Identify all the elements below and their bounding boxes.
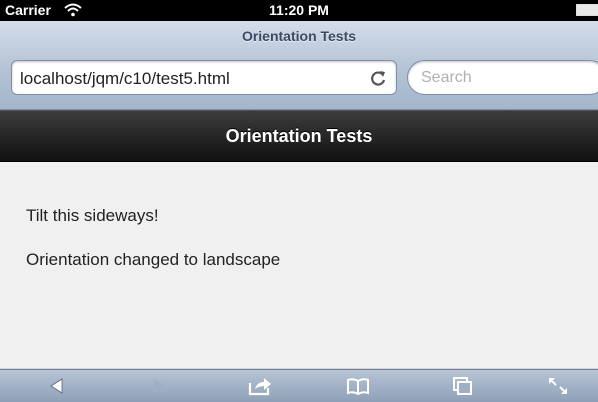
battery-icon [576,4,598,16]
page-content: Tilt this sideways! Orientation changed … [0,162,598,369]
browser-page-title: Orientation Tests [241,28,357,44]
status-bar: Carrier 11:20 PM [0,0,598,21]
browser-chrome: Orientation Tests localhost/jqm/c10/test… [0,21,598,110]
url-field[interactable]: localhost/jqm/c10/test5.html [11,60,397,95]
search-field[interactable]: Search [407,60,598,95]
content-text-orientation: Orientation changed to landscape [26,250,281,269]
page-title: Orientation Tests [225,126,373,146]
content-text-tilt: Tilt this sideways! [26,206,159,225]
page-header: Orientation Tests [0,110,598,162]
fullscreen-icon[interactable] [545,375,571,397]
back-icon[interactable] [44,375,70,397]
url-text: localhost/jqm/c10/test5.html [20,69,230,88]
reload-icon[interactable] [368,68,388,88]
browser-toolbar [0,369,598,402]
search-placeholder: Search [421,69,472,86]
tabs-icon[interactable] [449,375,475,397]
forward-icon[interactable] [146,375,172,397]
status-time: 11:20 PM [269,2,329,18]
bookmarks-icon[interactable] [345,375,371,397]
share-icon[interactable] [247,375,273,397]
